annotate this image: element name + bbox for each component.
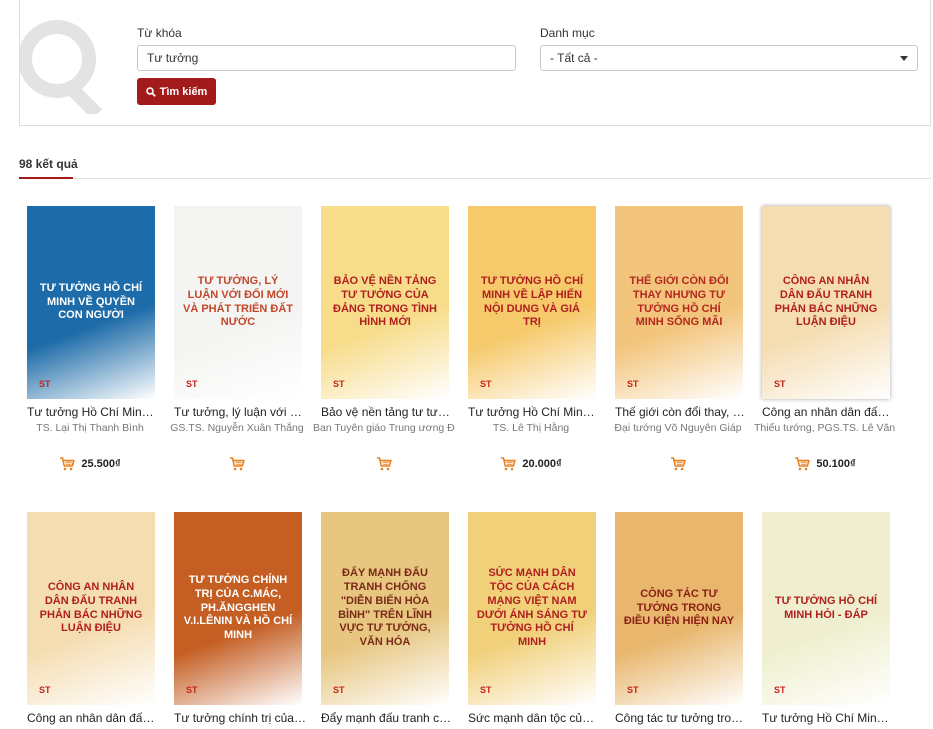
book-cover-title: Đẩy mạnh đấu tranh chống "diễn biến hòa … — [338, 567, 432, 648]
book-cover[interactable]: Tư tưởng Hồ Chí Minh về lập hiến nội dun… — [468, 206, 596, 399]
book-title[interactable]: Đẩy mạnh đấu tranh chống diễn biến hòa b… — [321, 711, 453, 725]
cart-icon[interactable] — [229, 457, 245, 471]
cart-icon[interactable] — [670, 457, 686, 471]
book-title[interactable]: Công an nhân dân đấu tranh phản bác nhữn… — [762, 405, 894, 419]
publisher-logo: ST — [333, 685, 345, 695]
book-author: Thiếu tướng, PGS.TS. Lê Văn Cương — [754, 422, 896, 434]
book-cover-title: Sức mạnh dân tộc của cách mạng Việt Nam … — [476, 567, 588, 648]
book-author: TS. Lê Thị Hằng — [492, 422, 570, 434]
publisher-logo: ST — [333, 379, 345, 389]
book-price-row: 25.500₫ — [19, 457, 161, 471]
results-count: 98 kết quả — [19, 157, 78, 171]
publisher-logo: ST — [774, 685, 786, 695]
book-card[interactable]: Đẩy mạnh đấu tranh chống "diễn biến hòa … — [313, 512, 453, 729]
book-cover-title: Tư tưởng chính trị của C.Mác, Ph.Ăngghen… — [183, 574, 293, 642]
book-cover-title: Tư tưởng Hồ Chí Minh hỏi - đáp — [774, 594, 878, 621]
book-title[interactable]: Tư tưởng Hồ Chí Minh về quyền con người — [27, 405, 159, 419]
book-card[interactable]: Tư tưởng Hồ Chí Minh về quyền con người S… — [19, 206, 159, 476]
book-author: Ban Tuyên giáo Trung ương Đảng — [313, 422, 455, 434]
book-cover-title: Tư tưởng, lý luận với đổi mới và phát tr… — [183, 275, 293, 329]
book-card[interactable]: Thế giới còn đổi thay nhưng tư tưởng Hồ … — [607, 206, 747, 476]
book-author: Đại tướng Võ Nguyên Giáp — [614, 422, 742, 434]
book-card[interactable]: Sức mạnh dân tộc của cách mạng Việt Nam … — [460, 512, 600, 729]
book-cover-title: Công tác tư tưởng trong điều kiện hiện n… — [623, 587, 735, 628]
book-cover[interactable]: Tư tưởng Hồ Chí Minh về quyền con người S… — [27, 206, 155, 399]
search-watermark-icon — [20, 20, 103, 114]
book-price-row: 20.000₫ — [460, 457, 602, 471]
publisher-logo: ST — [39, 379, 51, 389]
book-title[interactable]: Bảo vệ nền tảng tư tưởng của Đảng trong … — [321, 405, 453, 419]
book-cover[interactable]: Sức mạnh dân tộc của cách mạng Việt Nam … — [468, 512, 596, 705]
book-cover-title: Công an nhân dân đấu tranh phản bác nhữn… — [774, 275, 878, 329]
chevron-down-icon — [900, 55, 908, 61]
cart-icon[interactable] — [376, 457, 392, 471]
book-cover-title: Tư tưởng Hồ Chí Minh về lập hiến nội dun… — [480, 275, 584, 329]
book-price: 20.000₫ — [522, 458, 562, 470]
book-cover[interactable]: Tư tưởng Hồ Chí Minh hỏi - đáp ST — [762, 512, 890, 705]
book-cover[interactable]: Công tác tư tưởng trong điều kiện hiện n… — [615, 512, 743, 705]
book-card[interactable]: Tư tưởng Hồ Chí Minh về lập hiến nội dun… — [460, 206, 600, 476]
book-cover[interactable]: Công an nhân dân đấu tranh phản bác nhữn… — [27, 512, 155, 705]
category-selected-value: - Tất cả - — [550, 51, 598, 65]
category-select[interactable]: - Tất cả - — [540, 45, 918, 71]
publisher-logo: ST — [627, 685, 639, 695]
book-card[interactable]: Công an nhân dân đấu tranh phản bác nhữn… — [754, 206, 896, 476]
keyword-input[interactable] — [137, 45, 516, 71]
book-cover[interactable]: Bảo vệ nền tảng tư tưởng của Đảng trong … — [321, 206, 449, 399]
results-tab-underline — [19, 177, 73, 179]
cart-icon[interactable] — [500, 457, 517, 471]
book-price: 50.100₫ — [816, 458, 856, 470]
book-title[interactable]: Sức mạnh dân tộc của cách mạng Việt Nam — [468, 711, 600, 725]
book-price-row — [607, 457, 749, 471]
book-card[interactable]: Công an nhân dân đấu tranh phản bác nhữn… — [19, 512, 159, 729]
book-cover[interactable]: Thế giới còn đổi thay nhưng tư tưởng Hồ … — [615, 206, 743, 399]
book-title[interactable]: Tư tưởng chính trị của C.Mác, Ph.Ăngghen — [174, 711, 306, 725]
book-title[interactable]: Tư tưởng Hồ Chí Minh hỏi - đáp — [762, 711, 894, 725]
book-card[interactable]: Bảo vệ nền tảng tư tưởng của Đảng trong … — [313, 206, 455, 476]
book-price-row: 50.100₫ — [754, 457, 896, 471]
search-button-label: Tìm kiếm — [159, 85, 208, 98]
book-price-row — [313, 457, 455, 471]
publisher-logo: ST — [39, 685, 51, 695]
book-cover[interactable]: Tư tưởng chính trị của C.Mác, Ph.Ăngghen… — [174, 512, 302, 705]
book-cover-title: Tư tưởng Hồ Chí Minh về quyền con người — [39, 281, 143, 322]
book-title[interactable]: Tư tưởng, lý luận với đổi mới và phát tr… — [174, 405, 306, 419]
book-title[interactable]: Tư tưởng Hồ Chí Minh về lập hiến - nội d… — [468, 405, 600, 419]
book-author: GS.TS. Nguyễn Xuân Thắng — [170, 422, 304, 434]
publisher-logo: ST — [186, 685, 198, 695]
book-cover[interactable]: Đẩy mạnh đấu tranh chống "diễn biến hòa … — [321, 512, 449, 705]
publisher-logo: ST — [627, 379, 639, 389]
book-card[interactable]: Tư tưởng chính trị của C.Mác, Ph.Ăngghen… — [166, 512, 306, 729]
publisher-logo: ST — [186, 379, 198, 389]
book-price: 25.500₫ — [81, 458, 121, 470]
book-cover[interactable]: Tư tưởng, lý luận với đổi mới và phát tr… — [174, 206, 302, 399]
book-cover-title: Công an nhân dân đấu tranh phản bác nhữn… — [39, 581, 143, 635]
cart-icon[interactable] — [59, 457, 76, 471]
book-card[interactable]: Tư tưởng Hồ Chí Minh hỏi - đáp ST Tư tưởng… — [754, 512, 894, 729]
book-cover-title: Thế giới còn đổi thay nhưng tư tưởng Hồ … — [629, 275, 729, 329]
category-label: Danh mục — [540, 26, 595, 40]
keyword-label: Từ khóa — [137, 26, 182, 40]
publisher-logo: ST — [480, 685, 492, 695]
publisher-logo: ST — [480, 379, 492, 389]
book-cover-title: Bảo vệ nền tảng tư tưởng của Đảng trong … — [333, 275, 437, 329]
book-cover[interactable]: Công an nhân dân đấu tranh phản bác nhữn… — [762, 206, 890, 399]
results-divider — [19, 178, 931, 179]
book-author: TS. Lại Thị Thanh Bình — [36, 422, 144, 434]
book-card[interactable]: Công tác tư tưởng trong điều kiện hiện n… — [607, 512, 747, 729]
book-title[interactable]: Công tác tư tưởng trong điều kiện hiện n… — [615, 711, 747, 725]
book-card[interactable]: Tư tưởng, lý luận với đổi mới và phát tr… — [166, 206, 306, 476]
publisher-logo: ST — [774, 379, 786, 389]
book-title[interactable]: Thế giới còn đổi thay, nhưng tư tưởng Hồ… — [615, 405, 747, 419]
search-icon — [145, 86, 156, 97]
search-button[interactable]: Tìm kiếm — [137, 78, 216, 105]
search-panel: Từ khóa Danh mục - Tất cả - Tìm kiếm — [19, 0, 931, 126]
book-title[interactable]: Công an nhân dân đấu tranh phản bác nhữn… — [27, 711, 159, 725]
book-price-row — [166, 457, 308, 471]
cart-icon[interactable] — [794, 457, 811, 471]
